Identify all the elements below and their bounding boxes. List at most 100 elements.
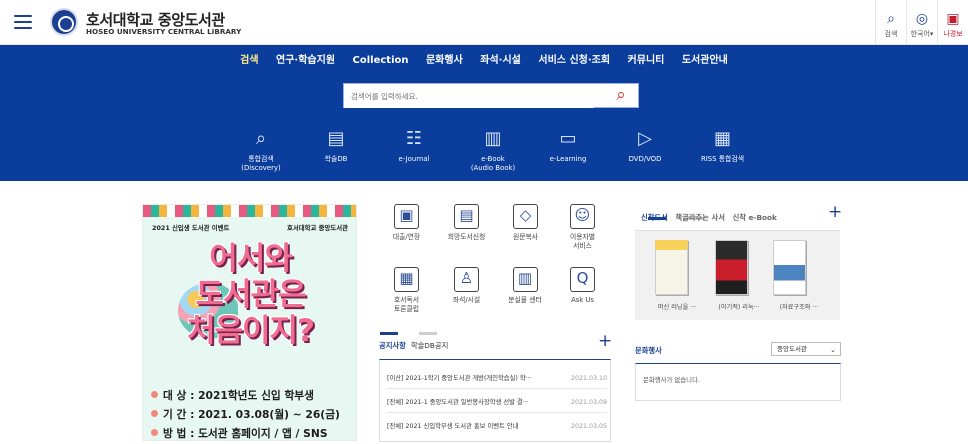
bullet-icon (151, 391, 158, 398)
tab-new-books[interactable]: 신착도서 (641, 213, 668, 222)
events-panel: 문화행사 중앙도서관 ⌄ 문화행사가 없습니다. (635, 336, 841, 406)
menu-culture-events[interactable]: 문화행사 (426, 51, 463, 66)
search-icon[interactable]: ⌕ (612, 86, 630, 104)
banner-detail-period: 기 간 : 2021. 03.08(월) ~ 26(금) (163, 408, 340, 421)
banner-detail-method: 방 법 : 도서관 홈페이지 / 앱 / SNS (163, 427, 328, 440)
qa-icon: Q (570, 267, 595, 292)
header-search-button[interactable]: ⌕ 검색 (875, 0, 906, 45)
quick-label: e-Book (Audio Book) (470, 155, 516, 172)
service-reading-club[interactable]: ▦ 호서독서 토론클럽 (386, 267, 427, 314)
user-button[interactable]: ▣ 나경보 (937, 0, 968, 45)
book-caption[interactable]: (자료구조와 ··· (767, 302, 831, 311)
logo-title-en: HOSEO UNIVERSITY CENTRAL LIBRARY (86, 27, 242, 36)
header-search-label: 검색 (884, 30, 898, 38)
menu-community[interactable]: 커뮤니티 (628, 51, 665, 66)
more-books-button[interactable]: + (828, 204, 842, 221)
notice-row[interactable]: [전체] 2021-1 중앙도서관 일반봉사장학생 선발 결··· 2021.03… (387, 393, 607, 413)
quick-ebook[interactable]: ▥ e-Book (Audio Book) (463, 125, 523, 181)
service-book-request[interactable]: ▤ 희망도서신청 (444, 204, 489, 242)
banner-detail-row: 방 법 : 도서관 홈페이지 / 앱 / SNS (151, 424, 351, 440)
service-seats-facilities[interactable]: ♙ 좌석/시설 (446, 267, 487, 305)
service-label: 호서독서 토론클럽 (393, 296, 419, 313)
site-header: 호서대학교 중앙도서관 HOSEO UNIVERSITY CENTRAL LIB… (0, 0, 968, 45)
menu-library-info[interactable]: 도서관안내 (682, 51, 728, 66)
monitor-icon: ▭ (559, 128, 577, 149)
banner-detail-row: 대 상 : 2021학년도 신입 학부생 (151, 386, 351, 405)
quick-elearning[interactable]: ▭ e-Learning (545, 125, 591, 181)
service-lost-found[interactable]: ▥ 분실물 센터 (502, 267, 548, 305)
search-icon: ⌕ (887, 11, 895, 27)
main-navigation: 검색 연구·학습지원 Collection 문화행사 좌석·시설 서비스 신청·… (0, 45, 968, 181)
service-label: 좌석/시설 (452, 296, 481, 304)
tab-db-notices[interactable]: 학술DB공지 (411, 341, 448, 350)
notice-title[interactable]: [전체] 2021 신입학부생 도서관 홍보 이벤트 안내 (387, 417, 567, 437)
banner-details: 대 상 : 2021학년도 신입 학부생 기 간 : 2021. 03.08(월… (151, 386, 351, 440)
library-select-value: 중앙도서관 (777, 345, 807, 353)
menu-icon[interactable] (14, 15, 32, 29)
tab-librarian-picks[interactable]: 책골라주는 사서 (675, 213, 725, 222)
menu-research-support[interactable]: 연구·학습지원 (276, 51, 335, 66)
book-cover[interactable] (705, 240, 750, 298)
service-user-specific[interactable]: ☺ 이용자별 서비스 (562, 204, 603, 251)
banner-flags (143, 205, 356, 217)
menu-collection[interactable]: Collection (353, 55, 409, 66)
service-document-copy[interactable]: ◇ 원문복사 (505, 204, 546, 242)
quick-dvd-vod[interactable]: ▷ DVD/VOD (624, 125, 666, 181)
book-cover[interactable] (645, 240, 690, 298)
library-logo[interactable]: 호서대학교 중앙도서관 HOSEO UNIVERSITY CENTRAL LIB… (50, 8, 290, 38)
search-input[interactable] (344, 85, 594, 108)
quick-label: RISS 통합검색 (700, 155, 745, 163)
notice-row[interactable]: [전체] 2021 신입학부생 도서관 홍보 이벤트 안내 2021.03.05 (387, 417, 607, 437)
book-cover[interactable] (763, 240, 808, 298)
notice-row[interactable]: [이산] 2021-1학기 중앙도서관 개방(개인학습실) 학··· 2021.0… (387, 369, 607, 389)
quick-label: 통합검색 (Discovery) (241, 155, 281, 172)
play-icon: ▷ (638, 128, 652, 149)
notice-tabs: 공지사항 학술DB공지 (379, 341, 448, 351)
database-icon: ▤ (327, 128, 345, 149)
university-seal-icon (50, 8, 78, 36)
active-tab-indicator (380, 332, 398, 335)
tab-notices[interactable]: 공지사항 (379, 341, 406, 350)
service-ask-us[interactable]: Q Ask Us (562, 267, 603, 305)
users-icon: ☺ (570, 204, 595, 229)
notice-panel: 공지사항 학술DB공지 [이산] 2021-1학기 중앙도서관 개방(개인학습실)… (379, 336, 611, 442)
library-select[interactable]: 중앙도서관 ⌄ (771, 342, 841, 356)
lost-found-icon: ▥ (512, 267, 538, 292)
service-label: 이용자별 서비스 (569, 233, 595, 250)
globe-icon: ◎ (915, 11, 929, 27)
tab-new-ebooks[interactable]: 신착 e-Book (733, 213, 777, 222)
ebook-icon: ▥ (484, 128, 502, 149)
notice-tab-indicators (380, 320, 480, 335)
events-empty-state: 문화행사가 없습니다. (635, 363, 841, 401)
search-box: ⌕ (343, 83, 639, 108)
notice-date: 2021.03.09 (570, 399, 607, 406)
quick-ejournal[interactable]: ☷ e-Journal (391, 125, 437, 181)
reading-club-icon: ▦ (394, 267, 419, 292)
notice-title[interactable]: [이산] 2021-1학기 중앙도서관 개방(개인학습실) 학··· (387, 369, 567, 388)
book-caption[interactable]: (이기적) 리눅··· (707, 302, 771, 311)
notice-date: 2021.03.10 (570, 375, 607, 382)
person-icon: ▣ (946, 11, 960, 27)
notice-title[interactable]: [전체] 2021-1 중앙도서관 일반봉사장학생 선발 결··· (387, 393, 567, 412)
language-button[interactable]: ◎ 한국어▾ (906, 0, 937, 45)
notice-date: 2021.03.05 (570, 423, 607, 430)
service-loan[interactable]: ▣ 대출/연장 (386, 204, 427, 242)
quick-label: 학술DB (324, 155, 348, 163)
menu-seats-facilities[interactable]: 좌석·시설 (480, 51, 521, 66)
menu-service-request[interactable]: 서비스 신청·조회 (538, 51, 610, 66)
book-tabs: 신착도서 책골라주는 사서 신착 e-Book (641, 213, 777, 223)
quick-label: e-Journal (398, 155, 430, 163)
notice-list: [이산] 2021-1학기 중앙도서관 개방(개인학습실) 학··· 2021.0… (379, 359, 611, 442)
menu-search[interactable]: 검색 (240, 51, 258, 66)
quick-discovery[interactable]: ⌕ 통합검색 (Discovery) (238, 125, 284, 181)
header-tools: ⌕ 검색 ◎ 한국어▾ ▣ 나경보 (875, 0, 968, 45)
book-tab-indicators (648, 205, 758, 239)
book-caption[interactable]: 머신 러닝을 ··· (645, 302, 709, 311)
top-menu: 검색 연구·학습지원 Collection 문화행사 좌석·시설 서비스 신청·… (0, 51, 968, 66)
quick-riss[interactable]: ▦ RISS 통합검색 (695, 125, 750, 181)
quick-academic-db[interactable]: ▤ 학술DB (313, 125, 359, 181)
riss-icon: ▦ (713, 128, 731, 149)
banner-detail-target: 대 상 : 2021학년도 신입 학부생 (163, 389, 314, 402)
service-label: 대출/연장 (392, 233, 421, 241)
event-banner[interactable]: 2021 신입생 도서관 이벤트 호서대학교 중앙도서관 어서와 도서관은 처음… (142, 204, 357, 441)
